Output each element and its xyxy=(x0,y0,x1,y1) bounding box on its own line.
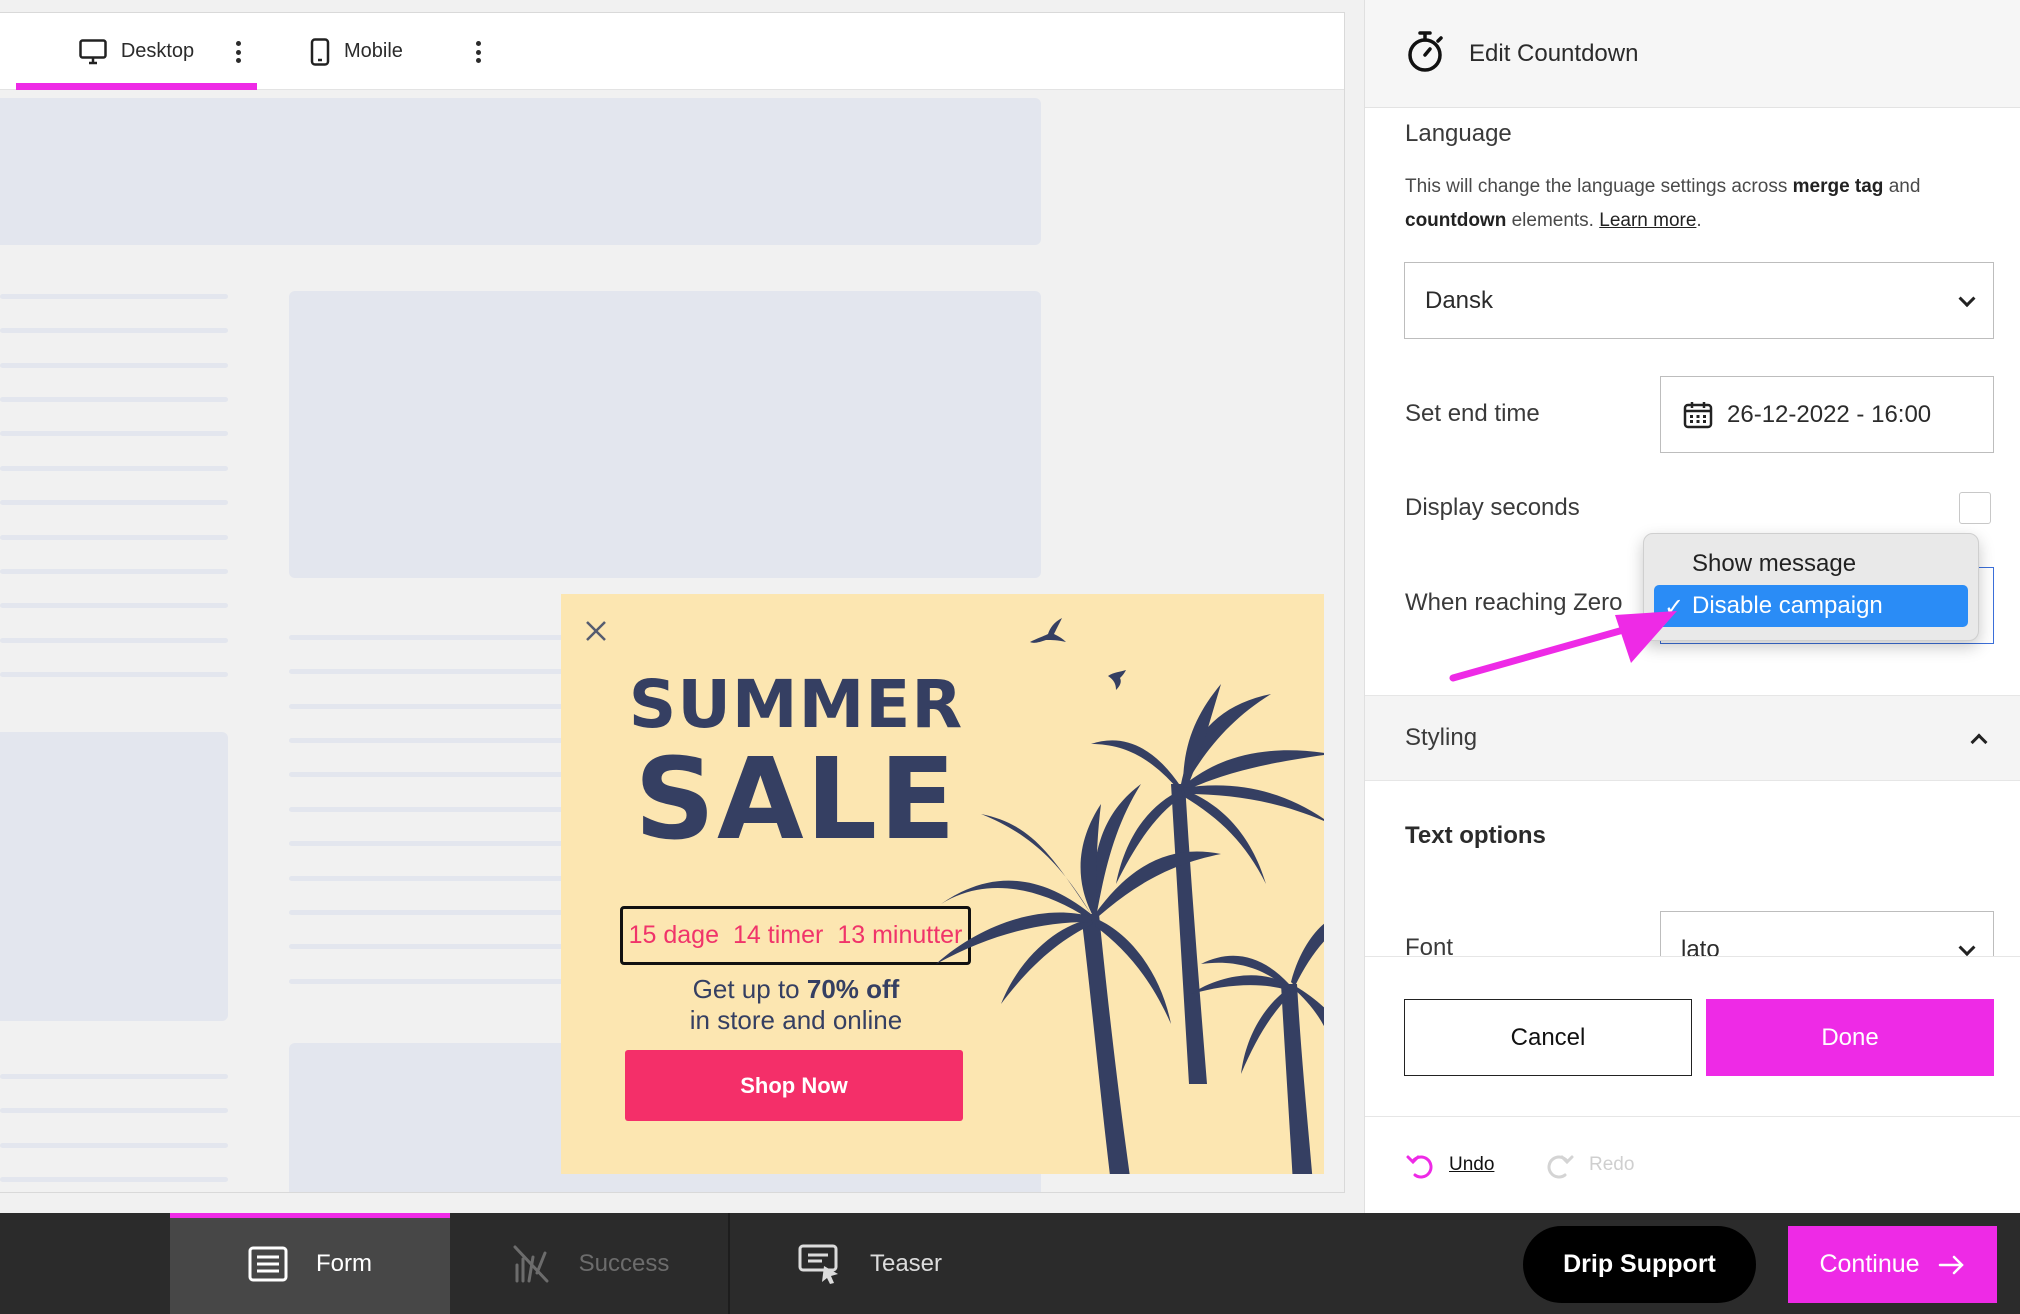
font-selected-value: lato xyxy=(1681,935,1720,957)
display-seconds-label: Display seconds xyxy=(1405,494,1580,521)
undo-button[interactable]: Undo xyxy=(1405,1151,1494,1179)
language-selected-value: Dansk xyxy=(1425,286,1494,314)
end-time-label: Set end time xyxy=(1405,400,1540,427)
language-description: This will change the language settings a… xyxy=(1405,170,1985,238)
tab-desktop[interactable]: Desktop xyxy=(16,13,257,90)
stopwatch-icon xyxy=(1408,31,1443,72)
subtext-prefix: Get up to xyxy=(692,974,807,1004)
language-desc-period: . xyxy=(1696,210,1702,231)
countdown-hours: 14 timer xyxy=(733,921,824,949)
subtext-discount: 70% off xyxy=(806,974,900,1004)
done-button[interactable]: Done xyxy=(1706,999,1994,1076)
bottom-bar: Form Success Teaser Drip Support Continu… xyxy=(0,1213,2020,1314)
shop-now-button[interactable]: Shop Now xyxy=(625,1050,963,1121)
tab-mobile[interactable]: Mobile xyxy=(310,13,403,90)
desktop-icon xyxy=(79,38,107,64)
close-icon[interactable] xyxy=(581,616,611,646)
editor-canvas: Desktop Mobile SUMMER SALE 15 dage 14 ti… xyxy=(0,0,1364,1213)
panel-scroll-area[interactable]: Language This will change the language s… xyxy=(1365,108,2020,956)
chevron-up-icon xyxy=(1970,733,1988,751)
panel-header: Edit Countdown xyxy=(1365,0,2020,108)
countdown-days: 15 dage xyxy=(628,921,719,949)
tab-success[interactable]: Success xyxy=(450,1213,728,1314)
language-desc-countdown: countdown xyxy=(1405,210,1507,231)
learn-more-link[interactable]: Learn more xyxy=(1599,210,1696,231)
continue-label: Continue xyxy=(1819,1250,1920,1278)
language-desc-merge-tag: merge tag xyxy=(1792,176,1884,197)
form-icon xyxy=(248,1246,288,1281)
font-label: Font xyxy=(1405,934,1454,956)
tab-success-label: Success xyxy=(578,1249,670,1277)
desktop-options-icon[interactable] xyxy=(226,37,250,67)
placeholder-image xyxy=(289,291,1041,578)
placeholder-block xyxy=(0,732,228,1021)
undo-label: Undo xyxy=(1449,1154,1495,1175)
mobile-label: Mobile xyxy=(344,40,403,62)
language-select[interactable]: Dansk xyxy=(1404,262,1994,339)
palm-trees-illustration xyxy=(936,684,1324,1174)
redo-icon xyxy=(1547,1155,1574,1179)
success-icon xyxy=(513,1245,549,1282)
device-toolbar: Desktop Mobile xyxy=(0,13,1344,90)
display-seconds-checkbox[interactable] xyxy=(1959,492,1991,524)
tab-form[interactable]: Form xyxy=(170,1213,450,1314)
calendar-icon xyxy=(1683,401,1713,428)
chevron-down-icon xyxy=(1958,289,1976,307)
end-time-field[interactable]: 26-12-2022 - 16:00 xyxy=(1660,376,1994,453)
undo-icon xyxy=(1406,1155,1433,1179)
redo-label: Redo xyxy=(1589,1154,1635,1175)
styling-label: Styling xyxy=(1405,724,1478,751)
end-time-value: 26-12-2022 - 16:00 xyxy=(1727,400,1932,428)
tab-teaser[interactable]: Teaser xyxy=(730,1213,1010,1314)
language-label: Language xyxy=(1405,120,1512,147)
history-row: Undo Redo xyxy=(1365,1116,2020,1213)
language-desc-and: and xyxy=(1883,176,1921,197)
placeholder-banner xyxy=(0,98,1041,245)
language-desc-elements: elements. xyxy=(1506,210,1600,231)
tab-form-label: Form xyxy=(316,1249,372,1277)
panel-title: Edit Countdown xyxy=(1469,39,1639,67)
styling-section-header[interactable]: Styling xyxy=(1365,695,2020,781)
cancel-button[interactable]: Cancel xyxy=(1404,999,1692,1076)
redo-button[interactable]: Redo xyxy=(1545,1151,1634,1179)
mobile-icon xyxy=(310,37,330,66)
when-reaching-zero-dropdown: Show message ✓ Disable campaign xyxy=(1643,533,1979,641)
bird-icon xyxy=(1030,618,1066,643)
teaser-icon xyxy=(798,1244,838,1284)
summer-sale-popup: SUMMER SALE 15 dage 14 timer 13 minutter… xyxy=(561,594,1324,1174)
chevron-down-icon xyxy=(1958,938,1976,956)
option-disable-campaign-label: Disable campaign xyxy=(1692,592,1883,619)
option-disable-campaign[interactable]: ✓ Disable campaign xyxy=(1654,585,1968,627)
continue-button[interactable]: Continue xyxy=(1788,1226,1997,1303)
text-options-label: Text options xyxy=(1405,822,1546,849)
font-select[interactable]: lato xyxy=(1660,911,1994,956)
arrow-right-icon xyxy=(1938,1255,1964,1274)
panel-actions: Cancel Done xyxy=(1365,956,2020,1116)
drip-support-button[interactable]: Drip Support xyxy=(1523,1226,1756,1303)
tab-teaser-label: Teaser xyxy=(869,1249,943,1277)
preview-frame: Desktop Mobile SUMMER SALE 15 dage 14 ti… xyxy=(0,12,1345,1193)
language-desc-text: This will change the language settings a… xyxy=(1405,176,1793,197)
mobile-options-icon[interactable] xyxy=(466,37,490,67)
countdown-timer: 15 dage 14 timer 13 minutter xyxy=(620,906,971,965)
option-show-message[interactable]: Show message xyxy=(1654,543,1968,585)
desktop-label: Desktop xyxy=(120,40,195,62)
annotation-arrow-icon xyxy=(1449,611,1677,682)
